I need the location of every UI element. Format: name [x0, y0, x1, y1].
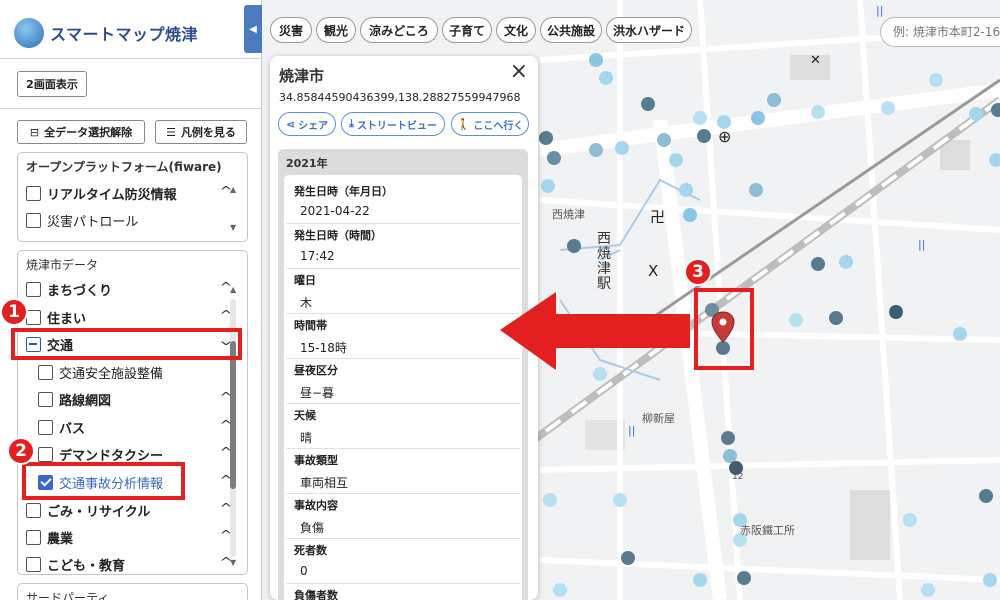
annotation-arrow: [500, 292, 690, 370]
